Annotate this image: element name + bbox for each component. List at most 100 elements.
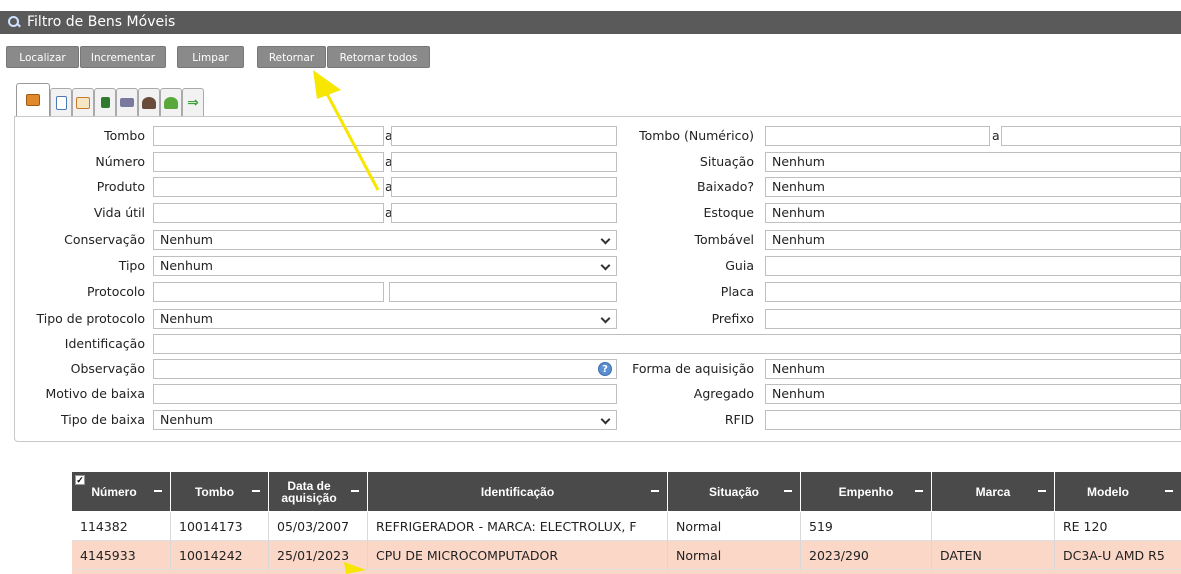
tab-general[interactable] [16, 83, 50, 116]
retornar-button[interactable]: Retornar [257, 46, 326, 68]
tombo-numerico-to-input[interactable] [1001, 126, 1181, 146]
col-header-numero[interactable]: ✓ Número [72, 472, 171, 511]
col-header-empenho[interactable]: Empenho [801, 472, 932, 511]
general-tab-icon [26, 94, 40, 106]
col-header-marca[interactable]: Marca [932, 472, 1055, 511]
window-titlebar: Filtro de Bens Móveis [0, 11, 1181, 34]
range-separator: a [992, 128, 1000, 143]
col-header-situacao[interactable]: Situação [668, 472, 801, 511]
placa-input[interactable] [765, 282, 1181, 302]
window-title: Filtro de Bens Móveis [27, 14, 176, 30]
table-row-selected[interactable]: 4145933 10014242 25/01/2023 CPU DE MICRO… [72, 541, 1181, 574]
agregado-label: Agregado [693, 386, 754, 401]
col-header-empenho-label: Empenho [838, 484, 894, 499]
col-header-data-aquisicao[interactable]: Data de aquisição [269, 472, 368, 511]
forma-aquisicao-select[interactable]: Nenhum [765, 359, 1181, 379]
col-header-data-line1: Data de [287, 478, 331, 493]
cell-numero: 4145933 [72, 541, 171, 570]
collapse-icon[interactable] [1165, 490, 1173, 492]
identificacao-input[interactable] [153, 334, 1181, 354]
tab-person[interactable] [138, 88, 160, 116]
guia-input[interactable] [765, 256, 1181, 276]
produto-to-input[interactable] [391, 177, 617, 197]
tombo-from-input[interactable] [153, 126, 384, 146]
tab-flag[interactable] [94, 88, 116, 116]
limpar-button[interactable]: Limpar [177, 46, 244, 68]
cell-situacao: Normal [668, 541, 801, 570]
retornar-todos-button[interactable]: Retornar todos [327, 46, 430, 68]
tipo-baixa-label: Tipo de baixa [60, 412, 145, 427]
filter-tabs: ⇒ [16, 83, 204, 116]
col-header-marca-label: Marca [975, 484, 1011, 499]
tab-user-green[interactable] [160, 88, 182, 116]
vida-util-to-input[interactable] [391, 203, 617, 223]
tombavel-label: Tombável [694, 232, 755, 247]
prefixo-label: Prefixo [711, 311, 754, 326]
protocolo-input[interactable] [153, 282, 384, 302]
rfid-label: RFID [724, 412, 754, 427]
estoque-select[interactable]: Nenhum [765, 203, 1181, 223]
cell-empenho: 519 [801, 512, 932, 541]
calendar-tab-icon [76, 96, 90, 109]
cell-marca: DATEN [932, 541, 1055, 570]
col-header-identificacao-label: Identificação [480, 484, 555, 499]
tombo-to-input[interactable] [391, 126, 617, 146]
collapse-icon[interactable] [784, 490, 792, 492]
numero-from-input[interactable] [153, 152, 384, 172]
guia-label: Guia [725, 258, 754, 273]
col-header-modelo-label: Modelo [1087, 484, 1129, 499]
tombo-numerico-from-input[interactable] [765, 126, 990, 146]
placa-label: Placa [720, 284, 754, 299]
col-header-tombo[interactable]: Tombo [171, 472, 269, 511]
tab-truck[interactable] [116, 88, 138, 116]
collapse-icon[interactable] [154, 490, 162, 492]
rfid-input[interactable] [765, 410, 1181, 430]
tombavel-select[interactable]: Nenhum [765, 230, 1181, 250]
cell-modelo: DC3A-U AMD R5 [1055, 541, 1181, 570]
conservacao-select[interactable]: Nenhum [153, 230, 617, 250]
collapse-icon[interactable] [651, 490, 659, 492]
collapse-icon[interactable] [1038, 490, 1046, 492]
conservacao-label: Conservação [64, 232, 145, 247]
tab-calendar[interactable] [72, 88, 94, 116]
tombo-numerico-label: Tombo (Numérico) [639, 128, 754, 143]
tipo-baixa-select[interactable]: Nenhum [153, 410, 617, 430]
cell-identificacao: REFRIGERADOR - MARCA: ELECTROLUX, F [368, 512, 668, 541]
truck-tab-icon [120, 98, 134, 107]
col-header-numero-label: Número [91, 484, 137, 499]
tipo-protocolo-label: Tipo de protocolo [36, 311, 145, 326]
vida-util-from-input[interactable] [153, 203, 384, 223]
tipo-protocolo-select[interactable]: Nenhum [153, 309, 617, 329]
tipo-select[interactable]: Nenhum [153, 256, 617, 276]
document-tab-icon [55, 95, 67, 110]
tab-arrow[interactable]: ⇒ [182, 88, 204, 116]
motivo-baixa-input[interactable] [153, 384, 617, 404]
numero-to-input[interactable] [391, 152, 617, 172]
cell-tombo: 10014242 [171, 541, 269, 570]
baixado-select[interactable]: Nenhum [765, 177, 1181, 197]
collapse-icon[interactable] [252, 490, 260, 492]
col-header-modelo[interactable]: Modelo [1055, 472, 1181, 511]
localizar-button[interactable]: Localizar [6, 46, 79, 68]
cell-numero: 114382 [72, 512, 171, 541]
col-header-identificacao[interactable]: Identificação [368, 472, 668, 511]
baixado-label: Baixado? [697, 179, 754, 194]
cell-empenho: 2023/290 [801, 541, 932, 570]
protocolo-year-input[interactable] [389, 282, 617, 302]
cell-data: 05/03/2007 [269, 512, 368, 541]
col-header-tombo-label: Tombo [194, 484, 235, 499]
observacao-input[interactable] [153, 359, 617, 379]
motivo-baixa-label: Motivo de baixa [45, 386, 145, 401]
incrementar-button[interactable]: Incrementar [80, 46, 166, 68]
tombo-label: Tombo [104, 128, 145, 143]
produto-from-input[interactable] [153, 177, 384, 197]
situacao-select[interactable]: Nenhum [765, 152, 1181, 172]
collapse-icon[interactable] [351, 490, 359, 492]
select-all-checkbox-icon[interactable]: ✓ [75, 475, 85, 485]
agregado-select[interactable]: Nenhum [765, 384, 1181, 404]
collapse-icon[interactable] [915, 490, 923, 492]
table-row[interactable]: 114382 10014173 05/03/2007 REFRIGERADOR … [72, 512, 1181, 541]
tab-document[interactable] [50, 88, 72, 116]
numero-label: Número [95, 154, 145, 169]
prefixo-input[interactable] [765, 309, 1181, 329]
